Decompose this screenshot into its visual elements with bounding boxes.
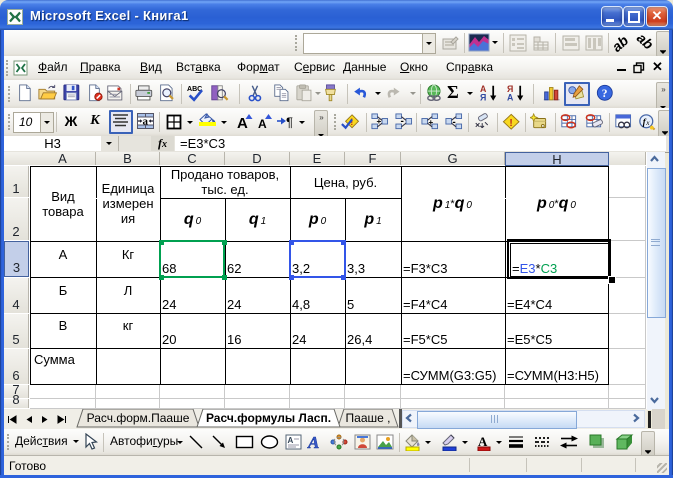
svg-text:Я: Я — [480, 93, 486, 102]
svg-text:A: A — [237, 115, 248, 130]
svg-text:x: x — [645, 118, 650, 127]
svg-text:А: А — [507, 93, 514, 102]
svg-text:+: + — [377, 117, 382, 126]
svg-text:¶: ¶ — [286, 115, 293, 130]
svg-text:A: A — [307, 434, 319, 450]
svg-text:!: ! — [509, 118, 512, 129]
svg-text:+: + — [428, 118, 433, 127]
svg-text:-: - — [401, 116, 404, 127]
svg-text:А: А — [288, 436, 294, 445]
svg-text:a: a — [143, 116, 149, 128]
svg-text:-: - — [452, 117, 455, 128]
svg-text:?: ? — [602, 88, 608, 100]
